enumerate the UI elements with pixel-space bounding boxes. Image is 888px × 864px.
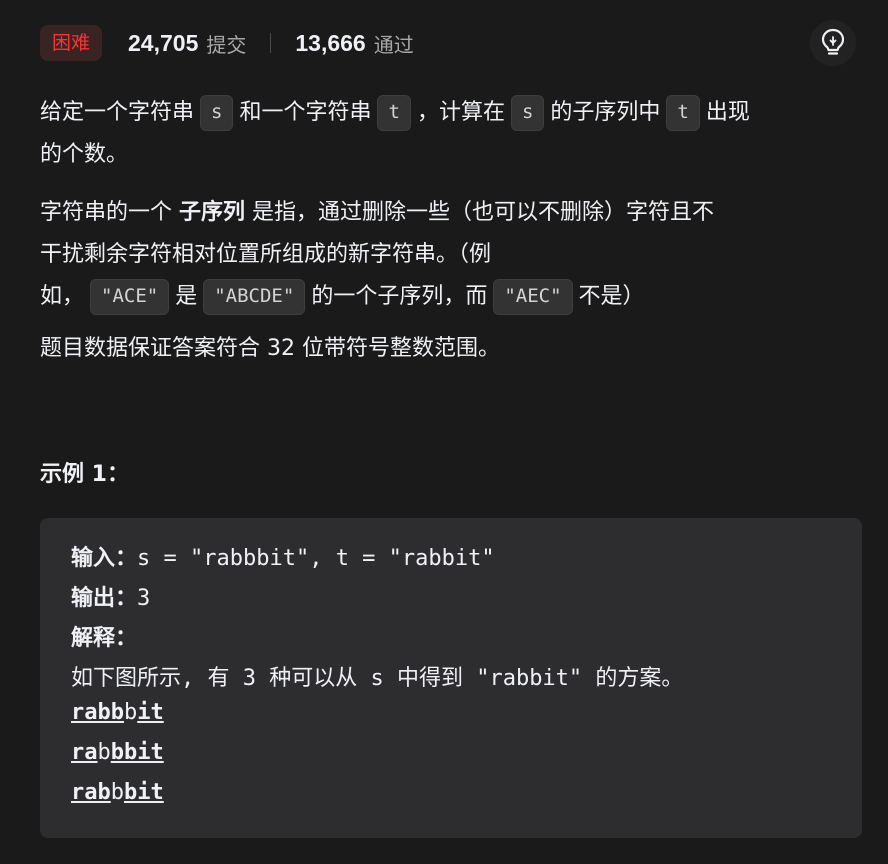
example-explain-text: 如下图所示, 有 3 种可以从 s 中得到 "rabbit" 的方案。 — [71, 666, 684, 691]
example-output-line: 输出：3 — [71, 580, 150, 612]
difficulty-badge[interactable]: 困难 — [40, 25, 103, 61]
desc-text: 是 — [175, 284, 198, 309]
accepted-label: 通过 — [373, 32, 414, 57]
stats-divider — [270, 33, 272, 53]
desc-text: 干扰剩余字符相对位置所组成的新字符串。（例 — [40, 242, 492, 267]
problem-meta-row: 困难 24,705 提交 13,666 通过 — [40, 24, 858, 62]
desc-text: ，计算在 — [416, 100, 505, 125]
problem-description-panel: 困难 24,705 提交 13,666 通过 给定一个字符串 s 和一个字符串 t ，计… — [0, 0, 888, 864]
matched-segment: rab — [71, 780, 111, 805]
desc-text: 是指，通过删除一些（也可以不删除）字符且不 — [252, 200, 715, 225]
desc-text: 如， — [40, 284, 85, 309]
matched-segment: bit — [124, 780, 164, 805]
lightbulb-icon — [821, 28, 845, 55]
subsequence-term: 子序列 — [179, 200, 246, 225]
matched-segment: bbit — [110, 740, 164, 765]
description-paragraph-3: 题目数据保证答案符合 32 位带符号整数范围。 — [40, 336, 500, 361]
accepted-count: 13,666 — [295, 29, 366, 56]
skipped-segment: b — [123, 700, 138, 725]
inline-code-aec: "AEC" — [493, 279, 573, 315]
output-value: 3 — [137, 586, 151, 611]
skipped-segment: b — [110, 780, 124, 805]
matched-segment: it — [137, 700, 164, 725]
submissions-label: 提交 — [206, 32, 247, 57]
subsequence-line: rabbbit — [71, 780, 164, 805]
desc-text: 字符串的一个 — [40, 200, 173, 225]
inline-code-abcde: "ABCDE" — [203, 279, 306, 315]
description-paragraph-2: 字符串的一个 子序列 是指，通过删除一些（也可以不删除）字符且不 干扰剩余字符相… — [40, 192, 860, 318]
skipped-segment: b — [97, 740, 111, 765]
submissions-count: 24,705 — [128, 29, 199, 56]
desc-text: 的个数。 — [40, 142, 129, 167]
subsequence-line: rabbbit — [71, 700, 164, 725]
subsequence-line: rabbbit — [71, 740, 164, 765]
example-title: 示例 1： — [40, 462, 129, 487]
output-label: 输出： — [71, 586, 138, 611]
desc-text: 不是） — [578, 284, 645, 309]
desc-text: 的子序列中 — [550, 100, 661, 125]
explain-label: 解释： — [71, 626, 138, 651]
example-block: 输入：s = "rabbbit", t = "rabbit" 输出：3 解释： … — [40, 518, 862, 838]
inline-code-ace: "ACE" — [90, 279, 170, 315]
inline-code-t: t — [666, 95, 700, 131]
matched-segment: ra — [71, 740, 98, 765]
desc-text: 的一个子序列，而 — [311, 284, 488, 309]
inline-code-s: s — [200, 95, 234, 131]
desc-text: 出现 — [705, 100, 750, 125]
inline-code-s: s — [510, 95, 545, 131]
input-value: s = "rabbbit", t = "rabbit" — [137, 546, 495, 571]
description-paragraph-1: 给定一个字符串 s 和一个字符串 t ，计算在 s 的子序列中 t 出现 的个数。 — [40, 92, 860, 176]
desc-text: 给定一个字符串 — [40, 100, 195, 125]
hint-button[interactable] — [810, 20, 856, 66]
example-input-line: 输入：s = "rabbbit", t = "rabbit" — [71, 540, 495, 572]
desc-text: 和一个字符串 — [239, 100, 372, 125]
matched-segment: rabb — [71, 700, 124, 725]
example-explain-label-line: 解释： — [71, 620, 137, 652]
inline-code-t: t — [377, 95, 411, 131]
input-label: 输入： — [71, 546, 138, 571]
